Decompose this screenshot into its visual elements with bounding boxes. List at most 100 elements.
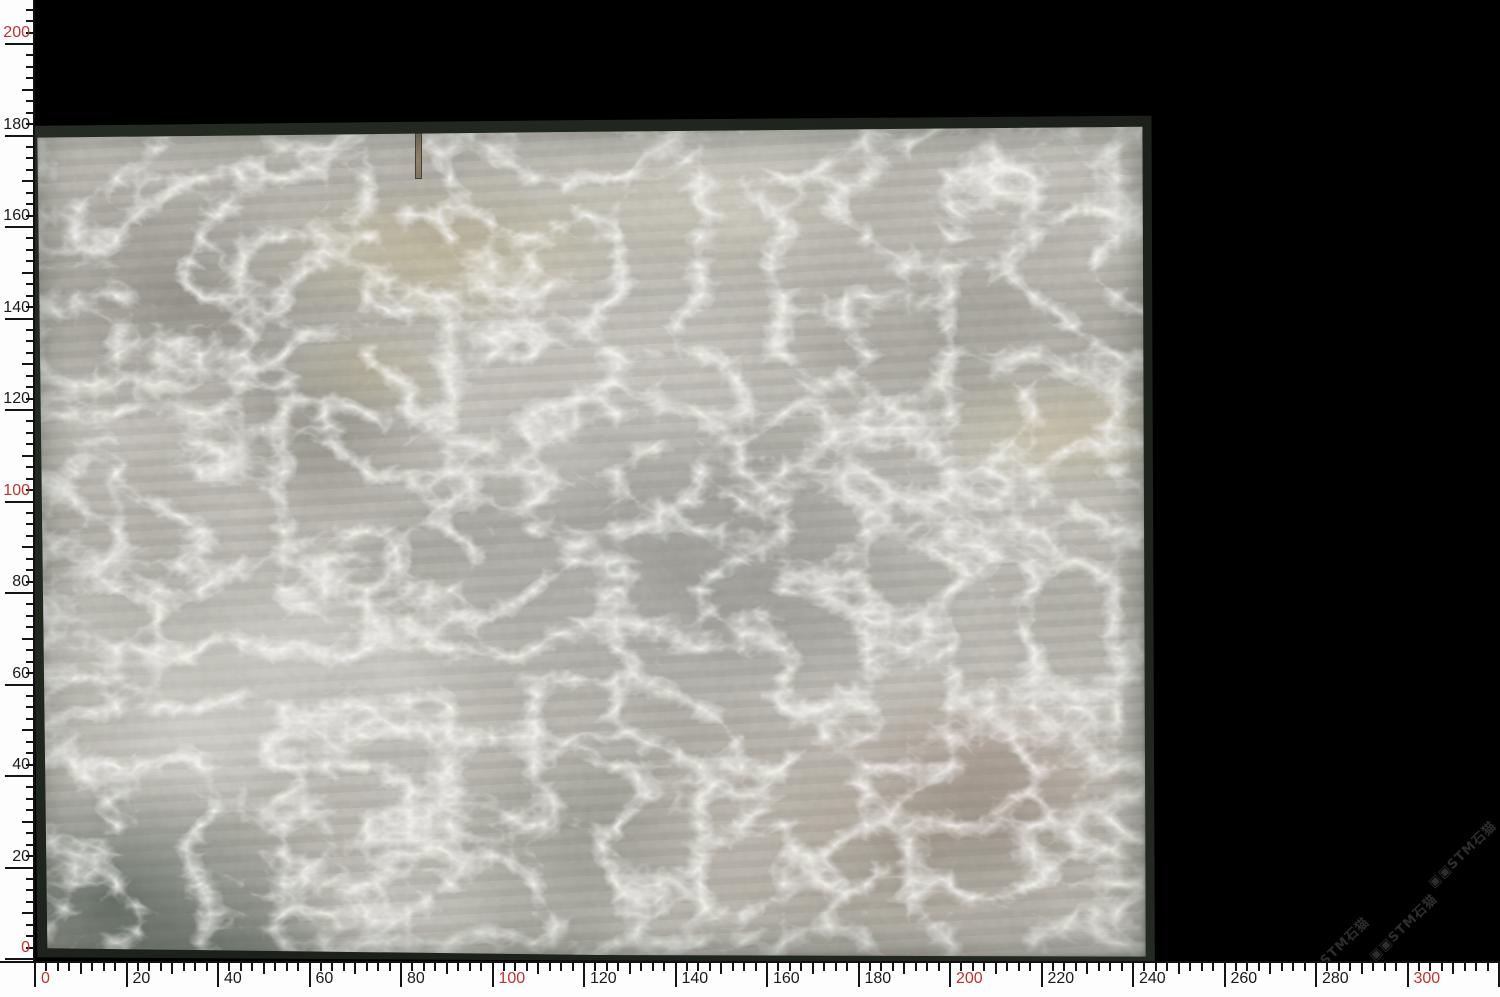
- left-ruler-tick: [26, 832, 34, 834]
- bottom-ruler-tick: [1212, 963, 1214, 971]
- left-ruler-tick: [5, 592, 34, 594]
- bottom-ruler-tick: [434, 963, 436, 971]
- left-ruler-label: 80: [0, 572, 32, 591]
- bottom-ruler-tick: [274, 963, 276, 971]
- left-ruler-tick: [26, 9, 34, 11]
- bottom-ruler-tick: [549, 963, 551, 971]
- left-ruler-tick: [5, 867, 34, 869]
- left-ruler-axis-line: [33, 0, 35, 963]
- bottom-ruler-tick: [572, 963, 574, 971]
- marble-grain-texture: [34, 120, 1148, 960]
- bottom-ruler-tick: [286, 963, 288, 971]
- left-ruler-tick: [26, 352, 34, 354]
- bottom-ruler-tick: [1281, 963, 1283, 971]
- bottom-ruler-label: 120: [590, 969, 617, 988]
- watermark-zone: ▣▣STM石猫 ▣▣STM石猫 ▣▣STM石猫: [1150, 700, 1500, 961]
- watermark-cat-logo-icon: ▣▣: [1367, 935, 1397, 961]
- left-ruler-tick: [22, 546, 34, 548]
- bottom-ruler-tick: [675, 963, 677, 987]
- bottom-ruler-tick: [366, 963, 368, 971]
- bottom-ruler-label: 300: [1414, 969, 1441, 988]
- bottom-ruler-tick: [251, 963, 253, 971]
- left-ruler-label: 140: [0, 298, 32, 317]
- bottom-ruler-tick: [389, 963, 391, 971]
- bottom-ruler-label: 140: [682, 969, 709, 988]
- left-ruler-tick: [26, 169, 34, 171]
- bottom-ruler-tick: [938, 963, 940, 971]
- left-ruler-tick: [22, 272, 34, 274]
- bottom-ruler-tick: [743, 963, 745, 971]
- bottom-ruler-tick: [1166, 963, 1168, 971]
- bottom-ruler-tick: [126, 963, 128, 987]
- bottom-ruler-label: 20: [133, 969, 151, 988]
- bottom-ruler-tick: [1464, 963, 1466, 971]
- left-ruler-tick: [26, 237, 34, 239]
- left-ruler-tick: [5, 409, 34, 411]
- left-ruler-tick: [26, 718, 34, 720]
- left-ruler-tick: [5, 135, 34, 137]
- left-ruler-label: 100: [0, 481, 32, 500]
- left-ruler-tick: [26, 535, 34, 537]
- left-ruler-tick: [26, 203, 34, 205]
- left-ruler-tick: [22, 455, 34, 457]
- watermark: ▣▣STM石猫: [1423, 816, 1500, 891]
- left-ruler-tick: [26, 569, 34, 571]
- left-ruler-tick: [26, 77, 34, 79]
- left-ruler-label: 20: [0, 847, 32, 866]
- left-ruler-tick: [26, 889, 34, 891]
- bottom-ruler-tick: [835, 963, 837, 971]
- bottom-ruler-tick: [469, 963, 471, 971]
- bottom-ruler-label: 280: [1322, 969, 1349, 988]
- left-ruler-tick: [5, 775, 34, 777]
- left-ruler-tick: [26, 249, 34, 251]
- bottom-ruler-label: 100: [499, 969, 526, 988]
- left-ruler-tick: [26, 432, 34, 434]
- bottom-ruler-tick: [720, 963, 722, 974]
- bottom-ruler-tick: [892, 963, 894, 971]
- left-ruler-tick: [5, 501, 34, 503]
- left-ruler-tick: [22, 912, 34, 914]
- bottom-ruler-tick: [629, 963, 631, 974]
- left-ruler-tick: [26, 192, 34, 194]
- bottom-ruler-tick: [480, 963, 482, 971]
- left-ruler-tick: [26, 706, 34, 708]
- bottom-ruler-tick: [354, 963, 356, 974]
- left-ruler-tick: [26, 20, 34, 22]
- bottom-ruler-tick: [1178, 963, 1180, 974]
- left-ruler-tick: [26, 661, 34, 663]
- bottom-ruler-tick: [80, 963, 82, 974]
- left-ruler-tick: [26, 340, 34, 342]
- left-ruler-label: 40: [0, 755, 32, 774]
- left-ruler-tick: [26, 375, 34, 377]
- bottom-ruler-tick: [160, 963, 162, 971]
- bottom-ruler-label: 60: [316, 969, 334, 988]
- left-ruler-tick: [26, 54, 34, 56]
- bottom-ruler-tick: [1224, 963, 1226, 987]
- stone-slab-photo: [34, 120, 1148, 960]
- bottom-ruler-tick: [640, 963, 642, 971]
- bottom-ruler-tick: [457, 963, 459, 971]
- left-ruler-tick: [26, 523, 34, 525]
- left-ruler-tick: [5, 43, 34, 45]
- bottom-ruler-tick: [709, 963, 711, 971]
- bottom-ruler-tick: [343, 963, 345, 971]
- left-ruler-tick: [26, 603, 34, 605]
- bottom-ruler-tick: [1441, 963, 1443, 971]
- bottom-ruler-label: 40: [224, 969, 242, 988]
- bottom-ruler-tick: [492, 963, 494, 987]
- bottom-ruler-tick: [1041, 963, 1043, 987]
- bottom-ruler-tick: [446, 963, 448, 974]
- bottom-ruler-tick: [583, 963, 585, 987]
- bottom-ruler-tick: [263, 963, 265, 974]
- left-ruler-tick: [26, 283, 34, 285]
- left-ruler-tick: [26, 878, 34, 880]
- bottom-ruler-tick: [34, 963, 36, 987]
- left-ruler-tick: [26, 649, 34, 651]
- left-ruler-tick: [26, 626, 34, 628]
- bottom-ruler-tick: [206, 963, 208, 971]
- left-ruler-label: 200: [0, 23, 32, 42]
- bottom-ruler-tick: [983, 963, 985, 971]
- bottom-ruler-tick: [1452, 963, 1454, 974]
- left-ruler-tick: [22, 89, 34, 91]
- bottom-ruler-tick: [903, 963, 905, 974]
